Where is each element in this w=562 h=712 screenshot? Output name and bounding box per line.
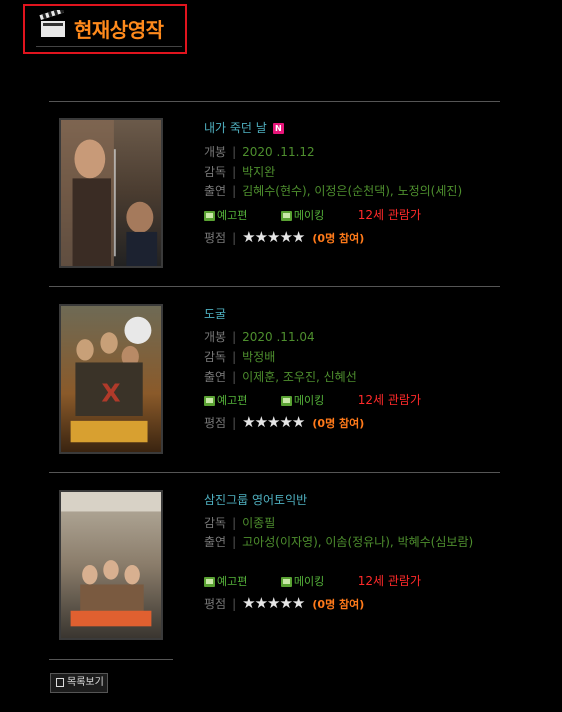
tv-icon [280,211,292,221]
new-badge: N [272,123,284,134]
divider [49,472,500,473]
trailer-button[interactable]: 예고편 [204,575,247,588]
age-rating: 12세 관람가 [357,393,421,407]
making-button[interactable]: 메이킹 [280,394,324,407]
movie-title-3[interactable]: 삼진그룹 영어토익반 [204,491,307,508]
open-date-row: 개봉 | 2020 .11.12 [204,145,315,159]
list-view-button[interactable]: 목록보기 [50,673,108,693]
star-rating[interactable]: ★★★★★ [242,228,305,246]
director-row: 감독 | 박정배 [204,350,276,364]
rating-row: 평점 | ★★★★★ (0명 참여) [204,413,365,431]
age-rating: 12세 관람가 [357,574,421,588]
movie-title-2[interactable]: 도굴 [204,305,226,322]
movie-title-1[interactable]: 내가 죽던 날N [204,119,284,136]
list-icon [56,677,64,687]
title-underline [36,46,182,47]
cast-row: 출연 | 김혜수(현수), 이정은(순천댁), 노정의(세진) [204,184,463,198]
tv-icon [204,211,215,221]
movie-poster-2[interactable]: X [59,304,163,454]
movie-poster-1[interactable] [59,118,163,268]
tv-icon [280,577,292,587]
making-button[interactable]: 메이킹 [280,209,324,222]
director-row: 감독 | 박지완 [204,165,276,179]
svg-text:X: X [101,378,120,407]
divider [49,101,500,102]
rating-row: 평점 | ★★★★★ (0명 참여) [204,594,365,612]
links-row: 예고편 메이킹 12세 관람가 [204,572,421,589]
star-rating[interactable]: ★★★★★ [242,594,305,612]
divider [49,286,500,287]
cast-row: 출연 | 고아성(이자영), 이솜(정유나), 박혜수(심보람) [204,535,474,549]
movie-poster-3[interactable] [59,490,163,640]
director-row: 감독 | 이종필 [204,516,276,530]
open-date-row: 개봉 | 2020 .11.04 [204,330,315,344]
tv-icon [204,396,215,406]
page-title: 현재상영작 [74,18,164,42]
trailer-button[interactable]: 예고편 [204,209,247,222]
star-rating[interactable]: ★★★★★ [242,413,305,431]
rating-row: 평점 | ★★★★★ (0명 참여) [204,228,365,246]
age-rating: 12세 관람가 [357,208,421,222]
divider [49,659,173,660]
tv-icon [204,577,215,587]
clapperboard-icon [39,10,65,37]
links-row: 예고편 메이킹 12세 관람가 [204,206,421,223]
trailer-button[interactable]: 예고편 [204,394,247,407]
making-button[interactable]: 메이킹 [280,575,324,588]
cast-row: 출연 | 이제훈, 조우진, 신혜선 [204,370,357,384]
links-row: 예고편 메이킹 12세 관람가 [204,391,421,408]
tv-icon [280,396,292,406]
